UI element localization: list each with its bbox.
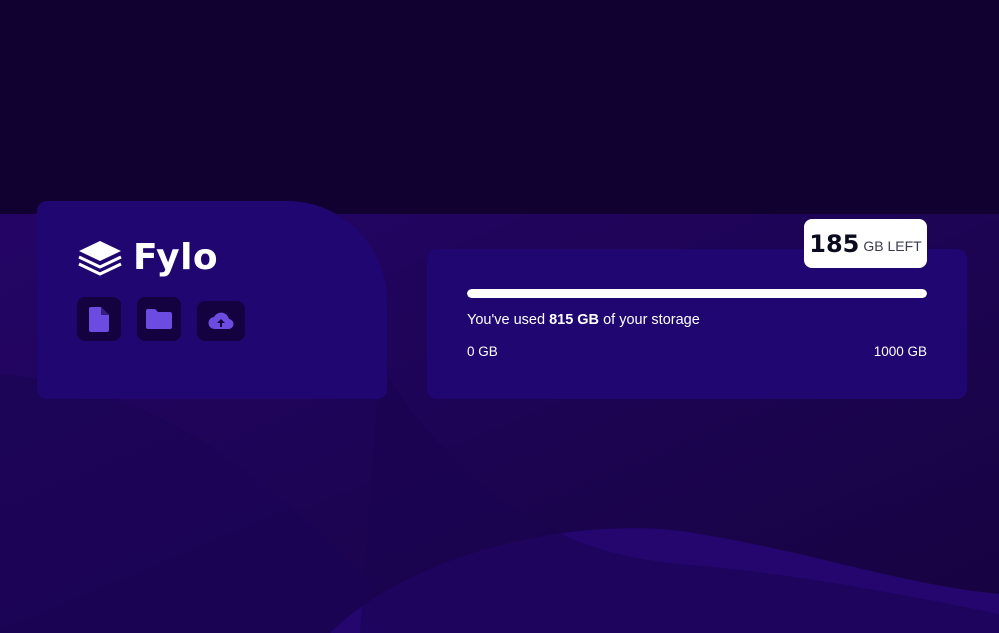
action-icons xyxy=(77,297,261,341)
usage-text: You've used 815 GB of your storage xyxy=(467,312,700,328)
storage-card: You've used 815 GB of your storage 0 GB … xyxy=(427,249,967,399)
file-icon xyxy=(89,306,109,332)
brand: Fylo xyxy=(77,239,218,277)
range-min-label: 0 GB xyxy=(467,344,498,359)
storage-remaining-badge: 185 GB LEFT xyxy=(804,219,927,268)
brand-name: Fylo xyxy=(133,237,219,278)
folder-icon xyxy=(146,309,172,329)
usage-prefix: You've used xyxy=(467,312,550,328)
upload-icon xyxy=(208,312,234,330)
remaining-value: 185 xyxy=(809,229,860,258)
file-button[interactable] xyxy=(77,297,121,341)
background-top xyxy=(0,0,999,214)
logo-card: Fylo xyxy=(37,201,387,399)
range-max-label: 1000 GB xyxy=(873,344,927,359)
usage-amount: 815 GB xyxy=(549,312,600,328)
upload-button[interactable] xyxy=(197,301,245,341)
folder-button[interactable] xyxy=(137,297,181,341)
remaining-unit: GB LEFT xyxy=(863,237,922,254)
layers-logo-icon xyxy=(78,241,122,276)
storage-progress-fill xyxy=(467,289,927,298)
storage-progress-bar xyxy=(467,289,927,298)
usage-suffix: of your storage xyxy=(599,312,700,328)
